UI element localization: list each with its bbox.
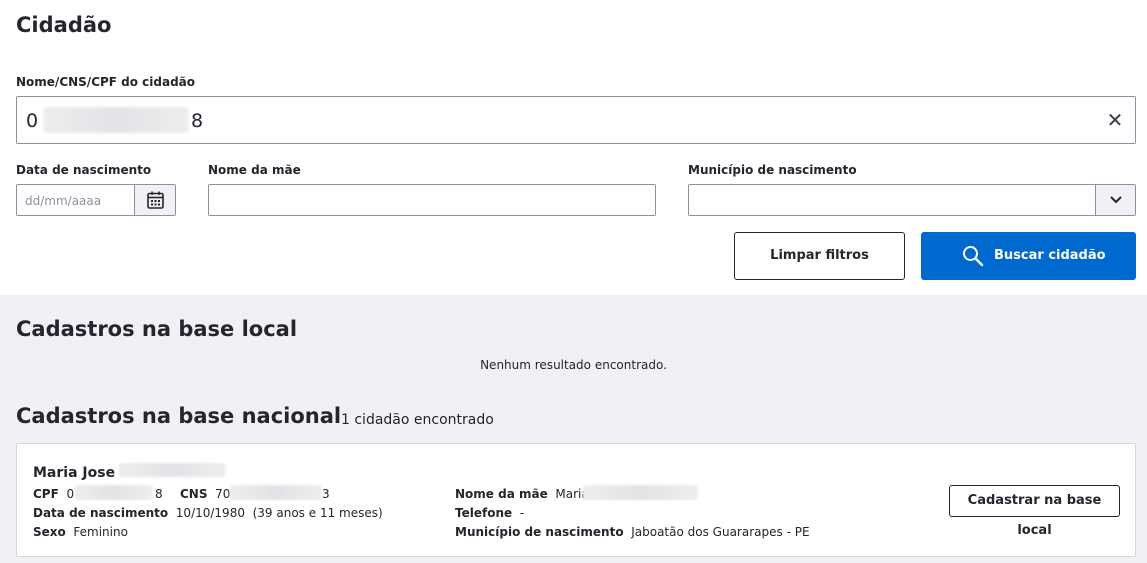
sex-row: Sexo Feminino — [33, 524, 128, 540]
age-text: (39 anos e 11 meses) — [252, 506, 383, 520]
search-button-label: Buscar cidadão — [994, 248, 1106, 263]
chevron-down-icon — [1110, 196, 1122, 204]
search-icon — [963, 246, 984, 267]
search-value-start: 0 — [26, 110, 39, 132]
cns-end: 3 — [322, 487, 330, 501]
calendar-icon — [147, 191, 164, 209]
birth-city-row: Município de nascimento Jaboatão dos Gua… — [455, 524, 810, 540]
sex-label: Sexo — [33, 525, 66, 539]
cpf-start: 0 — [66, 487, 75, 501]
cpf-cns-row: CPF 0 — [33, 486, 74, 502]
national-base-title: Cadastros na base nacional — [16, 404, 342, 428]
birth-label: Data de nascimento — [33, 506, 169, 520]
phone-row: Telefone - — [455, 505, 524, 521]
cpf-label: CPF — [33, 487, 59, 501]
search-citizen-button[interactable]: Buscar cidadão — [921, 232, 1136, 280]
mother-label: Nome da mãe — [455, 487, 548, 501]
redacted-blur — [43, 107, 189, 133]
calendar-button[interactable] — [134, 185, 175, 215]
close-icon[interactable]: ✕ — [1105, 110, 1125, 130]
city-label: Município de nascimento — [455, 525, 624, 539]
local-base-title: Cadastros na base local — [16, 317, 298, 341]
phone-value: - — [519, 506, 525, 520]
cns-start: 70 — [215, 487, 231, 501]
birth-city-toggle[interactable] — [1095, 185, 1135, 215]
citizen-result-card: Maria Jose CPF 0 8 CNS 70 3 Data de nasc… — [16, 443, 1136, 557]
birth-date-field[interactable]: dd/mm/aaaa — [16, 184, 176, 216]
empty-message: Nenhum resultado encontrado. — [480, 358, 667, 372]
search-label: Nome/CNS/CPF do cidadão — [16, 75, 196, 89]
birth-row: Data de nascimento 10/10/1980 (39 anos e… — [33, 505, 383, 521]
cns-field: CNS 70 — [180, 486, 230, 502]
mother-row: Nome da mãe Maria — [455, 486, 589, 502]
results-panel: Cadastros na base local Nenhum resultado… — [0, 295, 1147, 563]
mother-name-label: Nome da mãe — [208, 163, 301, 177]
birth-date-label: Data de nascimento — [16, 163, 152, 177]
birth-city-select[interactable] — [688, 184, 1136, 216]
birth-city-label: Município de nascimento — [688, 163, 857, 177]
mother-name-field[interactable] — [208, 184, 656, 216]
clear-filters-button[interactable]: Limpar filtros — [734, 232, 905, 280]
redacted-blur — [118, 463, 226, 477]
search-input[interactable]: 0 8 ✕ — [16, 96, 1136, 144]
birth-date-placeholder: dd/mm/aaaa — [25, 194, 102, 208]
sex-value: Feminino — [73, 525, 128, 539]
register-local-button[interactable]: Cadastrar na base local — [949, 485, 1120, 538]
search-panel: Cidadão Nome/CNS/CPF do cidadão 0 8 ✕ Da… — [0, 0, 1147, 295]
city-value: Jaboatão dos Guararapes - PE — [631, 525, 810, 539]
result-count: 1 cidadão encontrado — [341, 412, 494, 428]
phone-label: Telefone — [455, 506, 513, 520]
redacted-blur — [75, 485, 153, 500]
search-value-end: 8 — [191, 110, 204, 132]
redacted-blur — [583, 485, 698, 500]
birth-value: 10/10/1980 — [175, 506, 245, 520]
redacted-blur — [230, 485, 322, 500]
cns-label: CNS — [180, 487, 208, 501]
cpf-end: 8 — [155, 487, 163, 501]
citizen-name: Maria Jose — [33, 465, 116, 481]
page-title: Cidadão — [16, 13, 112, 37]
